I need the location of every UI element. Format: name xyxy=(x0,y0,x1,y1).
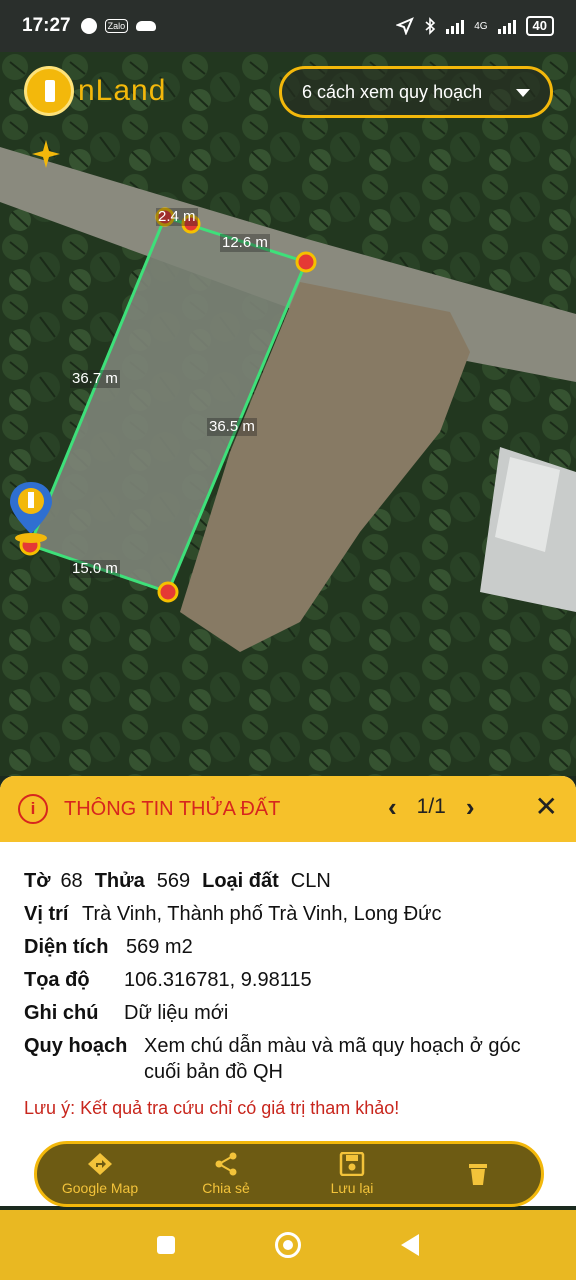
to-value: 68 xyxy=(60,870,83,892)
save-icon xyxy=(339,1152,365,1176)
compass-star-icon[interactable] xyxy=(30,138,62,170)
trash-icon xyxy=(469,1164,487,1185)
bluetooth-icon xyxy=(425,17,436,35)
to-label: Tờ xyxy=(24,870,51,892)
home-icon[interactable] xyxy=(275,1232,301,1258)
quy-hoach-value: Xem chú dẫn màu và mã quy hoạch ở góc cu… xyxy=(144,1035,521,1083)
row-planning: Quy hoạch Xem chú dẫn màu và mã quy hoạc… xyxy=(24,1033,576,1085)
measure-top-short: 2.4 m xyxy=(156,208,198,226)
row-parcel-id: Tờ 68 Thửa 569 Loại đất CLN xyxy=(24,868,576,894)
quy-hoach-label: Quy hoạch xyxy=(24,1035,128,1057)
signal-icon-2 xyxy=(497,18,516,34)
status-time: 17:27 xyxy=(22,15,71,36)
satellite-map[interactable]: 2.4 m 12.6 m 36.7 m 36.5 m 15.0 m xyxy=(0,52,576,776)
row-coordinates: Tọa độ 106.316781, 9.98115 xyxy=(24,967,576,993)
chevron-down-icon xyxy=(516,89,530,97)
logo-icon xyxy=(24,66,74,116)
measure-top: 12.6 m xyxy=(220,234,270,252)
location-icon xyxy=(396,17,415,35)
cloud-icon xyxy=(136,21,157,31)
planning-view-label: 6 cách xem quy hoạch xyxy=(302,81,483,102)
action-bar: Google Map Chia sẻ Lưu lại xyxy=(34,1141,544,1207)
save-button[interactable]: Lưu lại xyxy=(289,1152,415,1196)
panel-title: THÔNG TIN THỬA ĐẤT xyxy=(64,797,281,820)
app-logo: nLand xyxy=(24,66,166,116)
loai-dat-value: CLN xyxy=(290,870,331,892)
ghi-chu-label: Ghi chú xyxy=(24,1002,99,1024)
google-map-button[interactable]: Google Map xyxy=(37,1152,163,1196)
battery-icon: 40 xyxy=(525,16,554,36)
ghi-chu-value: Dữ liệu mới xyxy=(124,1002,229,1024)
row-note: Ghi chú Dữ liệu mới xyxy=(24,1000,576,1026)
google-map-label: Google Map xyxy=(61,1180,139,1196)
measure-bottom: 15.0 m xyxy=(70,560,120,578)
map-canvas xyxy=(0,52,576,776)
system-nav-bar xyxy=(0,1210,576,1280)
dien-tich-value: 569 m2 xyxy=(126,936,193,958)
disclaimer-note: Lưu ý: Kết quả tra cứu chỉ có giá trị th… xyxy=(24,1098,400,1118)
messenger-icon xyxy=(80,18,97,34)
directions-icon xyxy=(88,1153,112,1175)
recents-icon[interactable] xyxy=(157,1236,175,1254)
signal-icon xyxy=(446,18,465,34)
loai-dat-label: Loại đất xyxy=(202,870,279,892)
dien-tich-label: Diện tích xyxy=(24,936,109,958)
toa-do-value[interactable]: 106.316781, 9.98115 xyxy=(124,967,312,993)
zalo-icon: Zalo xyxy=(104,19,129,33)
back-icon[interactable] xyxy=(401,1234,419,1256)
share-button[interactable]: Chia sẻ xyxy=(163,1152,289,1196)
row-area: Diện tích 569 m2 xyxy=(24,934,576,960)
chevron-left-icon[interactable]: ‹ xyxy=(388,794,397,820)
info-icon: i xyxy=(18,794,48,824)
save-label: Lưu lại xyxy=(330,1180,374,1196)
delete-button[interactable] xyxy=(415,1162,541,1186)
status-bar: 17:27 Zalo 4G 40 xyxy=(0,0,576,52)
vi-tri-value: Trà Vinh, Thành phố Trà Vinh, Long Đức xyxy=(82,903,442,925)
row-location: Vị trí Trà Vinh, Thành phố Trà Vinh, Lon… xyxy=(24,901,576,927)
location-pin-icon[interactable] xyxy=(6,478,56,548)
measure-left: 36.7 m xyxy=(70,370,120,388)
share-label: Chia sẻ xyxy=(202,1180,250,1196)
thua-value: 569 xyxy=(156,870,191,892)
network-type: 4G xyxy=(474,20,488,32)
measure-right: 36.5 m xyxy=(207,418,257,436)
planning-view-dropdown[interactable]: 6 cách xem quy hoạch xyxy=(279,66,553,118)
chevron-right-icon[interactable]: › xyxy=(466,794,475,820)
close-icon[interactable]: ✕ xyxy=(535,792,558,822)
toa-do-label: Tọa độ xyxy=(24,969,90,991)
share-icon xyxy=(215,1152,237,1176)
thua-label: Thửa xyxy=(94,870,145,892)
panel-header: i THÔNG TIN THỬA ĐẤT ‹ 1/1 › ✕ xyxy=(0,776,576,842)
logo-text: nLand xyxy=(78,74,167,107)
pager: ‹ 1/1 › xyxy=(388,794,475,820)
pager-count: 1/1 xyxy=(416,795,446,818)
vi-tri-label: Vị trí xyxy=(24,903,69,925)
